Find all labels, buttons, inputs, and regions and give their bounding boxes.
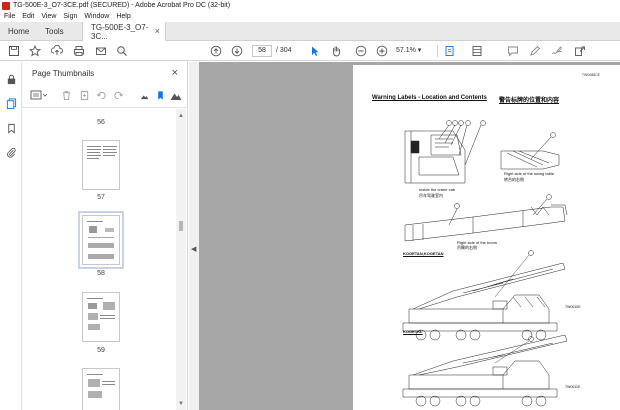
close-panel-icon[interactable]: × — [172, 67, 178, 79]
next-page-icon[interactable] — [231, 45, 243, 57]
document-page: TW0088CE Warning Labels - Location and C… — [353, 65, 620, 410]
thumbnail-label: 59 — [97, 347, 105, 354]
delete-page-icon[interactable] — [60, 89, 72, 101]
figure-ref-b: TW0011E — [565, 385, 581, 389]
star-icon[interactable] — [29, 45, 41, 57]
zoom-value: 57.1% — [396, 47, 416, 54]
thumbnail-page[interactable] — [82, 140, 120, 190]
close-tab-icon[interactable]: × — [155, 26, 160, 36]
upload-icon[interactable] — [51, 45, 63, 57]
panel-title: Page Thumbnails — [32, 69, 95, 78]
caption-cab-cn: 吊车驾驶室内 — [419, 193, 443, 198]
scroll-mode-icon[interactable] — [471, 45, 483, 57]
caption-swing-cn: 转台的右侧 — [504, 177, 524, 182]
lock-icon[interactable] — [5, 73, 17, 85]
thumbnail-list: 56 57 58 59 — [22, 109, 176, 410]
model-heading-a: KOGETAN,KOGETAN — [403, 251, 444, 256]
thumbnail-label: 58 — [97, 270, 105, 277]
title-bar: TG-500E-3_O7-3CE.pdf (SECURED) - Adobe A… — [0, 0, 620, 11]
small-thumbnail-icon[interactable] — [138, 89, 150, 101]
menu-sign[interactable]: Sign — [63, 13, 77, 20]
thumbnail-label: 56 — [97, 119, 105, 126]
menu-bar: File Edit View Sign Window Help — [0, 11, 620, 22]
menu-help[interactable]: Help — [116, 13, 130, 20]
page-thumbnails-icon[interactable] — [5, 97, 17, 109]
search-icon[interactable] — [116, 45, 128, 57]
rotate-right-icon[interactable] — [112, 89, 124, 101]
bookmark-icon[interactable] — [5, 122, 17, 134]
tab-home[interactable]: Home — [8, 22, 29, 41]
panel-divider — [22, 107, 188, 108]
scroll-down-icon[interactable]: ▼ — [178, 401, 184, 407]
window-title: TG-500E-3_O7-3CE.pdf (SECURED) - Adobe A… — [13, 2, 231, 9]
panel-toolbar — [28, 88, 184, 104]
zoom-out-icon[interactable] — [355, 45, 367, 57]
large-thumbnail-icon[interactable] — [170, 89, 182, 101]
hand-icon[interactable] — [330, 45, 342, 57]
pen-icon[interactable] — [529, 45, 541, 57]
sign-icon[interactable] — [551, 45, 563, 57]
panel-collapse-handle[interactable]: ◀ — [189, 62, 199, 410]
page-total: / 304 — [276, 47, 292, 54]
bookmark-marker-icon[interactable] — [154, 89, 166, 101]
thumbnail-page-selected[interactable] — [78, 211, 124, 269]
figure-ref-a: TW0010E — [565, 305, 581, 309]
prev-page-icon[interactable] — [210, 45, 222, 57]
document-view[interactable]: TW0088CE Warning Labels - Location and C… — [199, 62, 620, 410]
zoom-level[interactable]: 57.1% ▾ — [396, 45, 422, 57]
thumbnail-page[interactable] — [82, 292, 120, 342]
rotate-left-icon[interactable] — [95, 89, 107, 101]
crane-diagrams — [402, 120, 568, 407]
thumbnail-page[interactable] — [82, 368, 120, 410]
mail-icon[interactable] — [95, 45, 107, 57]
menu-view[interactable]: View — [41, 13, 56, 20]
tab-bar: Home Tools TG-500E-3_O7-3C... × — [0, 22, 620, 41]
thumbnail-label: 57 — [97, 194, 105, 201]
scrollbar-thumb[interactable] — [179, 221, 183, 231]
thumbnail-scrollbar[interactable]: ▲ ▼ — [176, 109, 186, 410]
model-heading-b: KOGETKL — [403, 329, 423, 334]
caption-cab: Inside the crane cab — [419, 187, 456, 192]
caption-boom-cn: 吊臂的右侧 — [457, 245, 477, 250]
fit-page-icon[interactable] — [444, 45, 456, 57]
menu-window[interactable]: Window — [84, 13, 109, 20]
page-number-input[interactable]: 58 — [252, 45, 272, 57]
tab-document[interactable]: TG-500E-3_O7-3C... × — [82, 22, 166, 41]
menu-edit[interactable]: Edit — [22, 13, 34, 20]
save-icon[interactable] — [8, 45, 20, 57]
collapse-arrow-icon[interactable]: ◀ — [191, 245, 196, 253]
caption-swing: Right side of the swing table — [504, 171, 555, 176]
options-menu-icon[interactable] — [30, 89, 48, 101]
attachment-icon[interactable] — [5, 146, 17, 158]
select-cursor-icon[interactable] — [309, 45, 321, 57]
share-icon[interactable] — [574, 45, 586, 57]
left-rail — [0, 62, 22, 410]
insert-page-icon[interactable] — [78, 89, 90, 101]
scroll-up-icon[interactable]: ▲ — [178, 113, 184, 119]
tab-tools[interactable]: Tools — [45, 22, 64, 41]
print-icon[interactable] — [73, 45, 85, 57]
page-thumbnails-panel: Page Thumbnails × 56 57 58 59 ▲ ▼ — [22, 62, 188, 410]
zoom-in-icon[interactable] — [376, 45, 388, 57]
acrobat-logo-icon — [2, 1, 10, 10]
comment-icon[interactable] — [507, 45, 519, 57]
menu-file[interactable]: File — [4, 13, 15, 20]
toolbar-separator — [437, 45, 438, 57]
toolbar: 58 / 304 57.1% ▾ — [0, 41, 620, 61]
